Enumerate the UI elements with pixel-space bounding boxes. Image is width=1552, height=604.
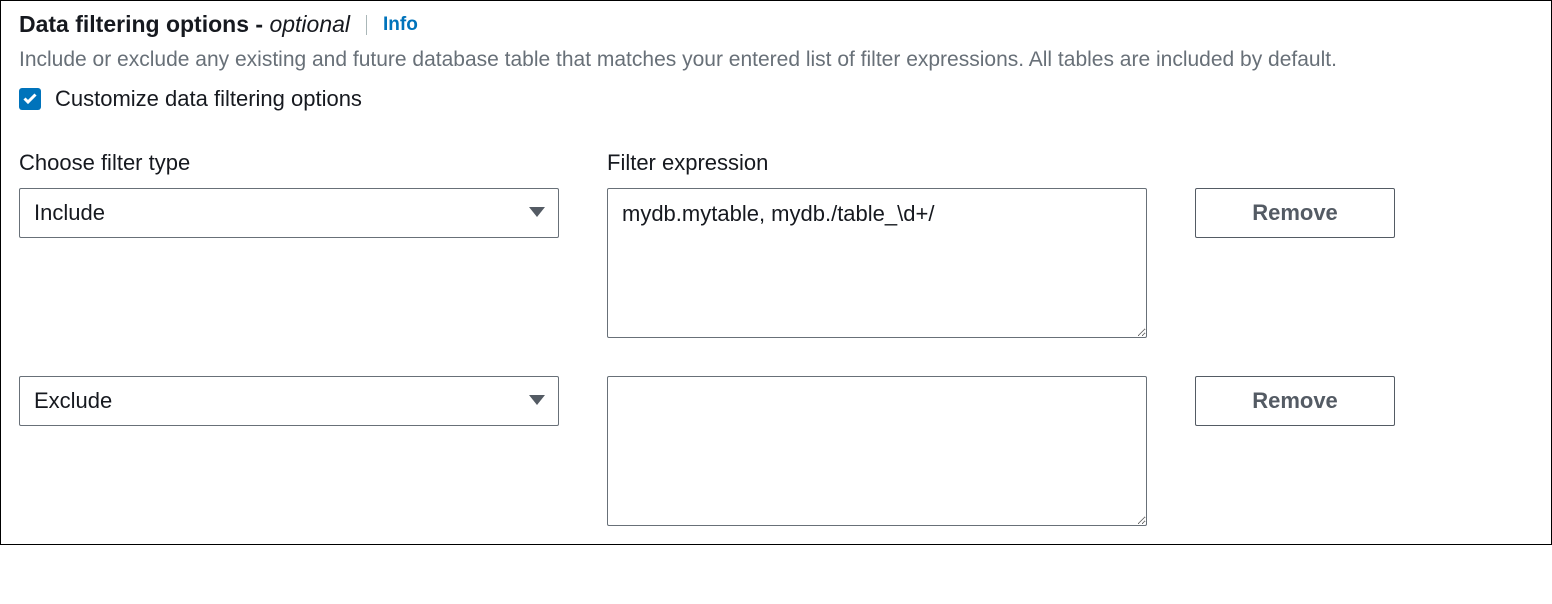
filter-expression-header: Filter expression — [607, 150, 768, 175]
filter-rows-block: Choose filter type Filter expression Inc… — [19, 150, 1533, 526]
remove-button[interactable]: Remove — [1195, 376, 1395, 426]
filter-type-value: Include — [34, 200, 105, 226]
panel-title-optional: optional — [269, 11, 350, 37]
filter-expression-input[interactable] — [607, 188, 1147, 338]
filter-type-select[interactable]: Exclude — [19, 376, 559, 426]
checkmark-icon — [23, 93, 37, 104]
filter-row: Include Remove — [19, 188, 1533, 338]
panel-description: Include or exclude any existing and futu… — [19, 44, 1519, 76]
filter-expression-input[interactable] — [607, 376, 1147, 526]
panel-title-text: Data filtering options - — [19, 11, 269, 37]
data-filtering-panel: Data filtering options - optional Info I… — [0, 0, 1552, 545]
column-headers: Choose filter type Filter expression — [19, 150, 1533, 176]
filter-type-header: Choose filter type — [19, 150, 190, 175]
info-link[interactable]: Info — [383, 14, 418, 36]
panel-title: Data filtering options - optional — [19, 11, 350, 38]
filter-type-value: Exclude — [34, 388, 112, 414]
filter-row: Exclude Remove — [19, 376, 1533, 526]
vertical-divider — [366, 15, 367, 35]
customize-checkbox[interactable] — [19, 88, 41, 110]
customize-checkbox-row: Customize data filtering options — [19, 86, 1533, 112]
panel-header: Data filtering options - optional Info — [19, 11, 1533, 38]
filter-type-select[interactable]: Include — [19, 188, 559, 238]
remove-button-label: Remove — [1252, 388, 1338, 414]
customize-checkbox-label: Customize data filtering options — [55, 86, 362, 112]
remove-button-label: Remove — [1252, 200, 1338, 226]
remove-button[interactable]: Remove — [1195, 188, 1395, 238]
